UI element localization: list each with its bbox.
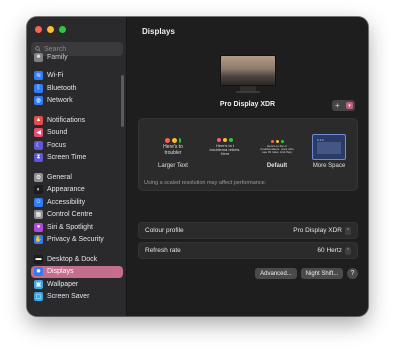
resolution-option-2[interactable]: Here's to t troublema rebels. Here xyxy=(205,134,245,163)
add-display-button[interactable]: + ▾ xyxy=(332,100,355,111)
displays-pane: Displays Pro Display XDR + ▾ Here's to t… xyxy=(127,17,368,316)
night-shift-button[interactable]: Night Shift... xyxy=(301,268,343,279)
hourglass-icon: ⧗ xyxy=(34,153,43,163)
resolution-option-more-space[interactable]: More Space xyxy=(309,134,349,169)
chevron-down-icon: ▾ xyxy=(346,102,353,109)
sidebar-item-screen-saver[interactable]: ▢ Screen Saver xyxy=(31,291,123,304)
sidebar-item-label: Network xyxy=(47,97,73,105)
resolution-label: Larger Text xyxy=(158,163,188,169)
sidebar-item-displays[interactable]: ✹ Displays xyxy=(31,265,123,278)
sidebar-nav: ☻ Family ≋ Wi-Fi ᛒ Bluetooth ◍ Network ▲ Notifica… xyxy=(31,52,123,304)
sidebar-item-screen-time[interactable]: ⧗ Screen Time xyxy=(31,152,123,165)
help-button[interactable]: ? xyxy=(347,268,358,279)
popup-chevron-icon: ⌃ xyxy=(345,246,351,255)
wifi-icon: ≋ xyxy=(34,71,43,81)
settings-window: Search ☻ Family ≋ Wi-Fi ᛒ Bluetooth ◍ Network ▲ N… xyxy=(27,17,368,316)
sidebar-item-label: Screen Saver xyxy=(47,293,90,301)
appearance-icon: ◐ xyxy=(34,185,43,195)
resolution-thumb: Here's to troubler xyxy=(156,134,190,160)
display-icon: ✹ xyxy=(34,267,43,277)
minimize-window-button[interactable] xyxy=(47,26,54,33)
sidebar-item-label: Control Centre xyxy=(47,211,93,219)
siri-icon: ● xyxy=(34,222,43,232)
refresh-rate-value: 60 Hertz xyxy=(317,247,342,254)
bluetooth-icon: ᛒ xyxy=(34,83,43,93)
moon-icon: ☾ xyxy=(34,140,43,150)
sidebar-item-label: Accessibility xyxy=(47,198,86,206)
resolution-thumb: Here's to t troublema rebels. Here xyxy=(208,134,242,160)
advanced-button[interactable]: Advanced... xyxy=(255,268,297,279)
sidebar-item-label: Notifications xyxy=(47,116,86,124)
sidebar-item-wallpaper[interactable]: ▣ Wallpaper xyxy=(31,278,123,291)
resolution-thumb xyxy=(312,134,346,160)
sidebar-scrollbar[interactable] xyxy=(121,75,124,127)
gear-icon: ⚙ xyxy=(34,172,43,182)
sidebar-item-control-centre[interactable]: ▦ Control Centre xyxy=(31,209,123,222)
sidebar-item-label: Screen Time xyxy=(47,154,87,162)
resolution-label: Default xyxy=(266,163,288,169)
display-stand-base xyxy=(236,91,260,93)
zoom-window-button[interactable] xyxy=(59,26,66,33)
family-icon: ☻ xyxy=(34,52,43,62)
sidebar-item-privacy-security[interactable]: ✋ Privacy & Security xyxy=(31,234,123,247)
resolution-option-larger-text[interactable]: Here's to troubler Larger Text xyxy=(153,134,193,169)
control-centre-icon: ▦ xyxy=(34,210,43,220)
sidebar-item-label: General xyxy=(47,173,72,181)
sidebar-item-label: Desktop & Dock xyxy=(47,255,98,263)
resolution-note: Using a scaled resolution may affect per… xyxy=(144,180,267,186)
sidebar-item-label: Siri & Spotlight xyxy=(47,223,93,231)
sidebar-item-label: Sound xyxy=(47,129,68,137)
colour-profile-value: Pro Display XDR xyxy=(293,227,342,234)
screen-saver-icon: ▢ xyxy=(34,292,43,302)
dock-icon: ▬ xyxy=(34,254,43,264)
sidebar-item-label: Appearance xyxy=(47,186,85,194)
sidebar-item-network[interactable]: ◍ Network xyxy=(31,95,123,108)
colour-profile-label: Colour profile xyxy=(145,227,184,234)
sidebar-item-family[interactable]: ☻ Family xyxy=(31,51,123,64)
speaker-icon: ◀ xyxy=(34,128,43,138)
resolution-option-default[interactable]: Here's to the cr troublemakers. ones who… xyxy=(257,134,297,169)
sidebar-item-desktop-dock[interactable]: ▬ Desktop & Dock xyxy=(31,253,123,266)
bell-icon: ▲ xyxy=(34,115,43,125)
sidebar-item-label: Bluetooth xyxy=(47,84,77,92)
sidebar-item-general[interactable]: ⚙ General xyxy=(31,171,123,184)
sidebar-item-appearance[interactable]: ◐ Appearance xyxy=(31,184,123,197)
sidebar-item-label: Displays xyxy=(47,268,74,276)
sidebar-item-siri-spotlight[interactable]: ● Siri & Spotlight xyxy=(31,221,123,234)
popup-chevron-icon: ⌃ xyxy=(345,226,351,235)
globe-icon: ◍ xyxy=(34,96,43,106)
hand-icon: ✋ xyxy=(34,235,43,245)
window-controls xyxy=(35,26,66,33)
display-preview xyxy=(220,55,276,86)
sidebar-item-label: Privacy & Security xyxy=(47,236,104,244)
sidebar-item-notifications[interactable]: ▲ Notifications xyxy=(31,114,123,127)
close-window-button[interactable] xyxy=(35,26,42,33)
sidebar-item-label: Family xyxy=(47,53,68,61)
sidebar-item-label: Wi-Fi xyxy=(47,72,64,80)
sidebar-item-wi-fi[interactable]: ≋ Wi-Fi xyxy=(31,70,123,83)
wallpaper-icon: ▣ xyxy=(34,279,43,289)
sidebar: Search ☻ Family ≋ Wi-Fi ᛒ Bluetooth ◍ Network ▲ N… xyxy=(27,17,127,316)
resolution-thumb: Here's to the cr troublemakers. ones who… xyxy=(260,134,294,160)
sidebar-item-label: Focus xyxy=(47,141,67,149)
sidebar-item-sound[interactable]: ◀ Sound xyxy=(31,127,123,140)
sidebar-item-focus[interactable]: ☾ Focus xyxy=(31,139,123,152)
sidebar-item-accessibility[interactable]: ☺ Accessibility xyxy=(31,196,123,209)
refresh-rate-row[interactable]: Refresh rate 60 Hertz ⌃ xyxy=(138,242,358,259)
sidebar-item-label: Wallpaper xyxy=(47,280,79,288)
resolution-label: More Space xyxy=(312,163,346,169)
refresh-rate-label: Refresh rate xyxy=(145,247,181,254)
accessibility-icon: ☺ xyxy=(34,197,43,207)
sidebar-item-bluetooth[interactable]: ᛒ Bluetooth xyxy=(31,82,123,95)
page-title: Displays xyxy=(142,27,175,36)
resolution-panel: Here's to troubler Larger Text Here's to… xyxy=(138,118,358,191)
colour-profile-row[interactable]: Colour profile Pro Display XDR ⌃ xyxy=(138,222,358,239)
